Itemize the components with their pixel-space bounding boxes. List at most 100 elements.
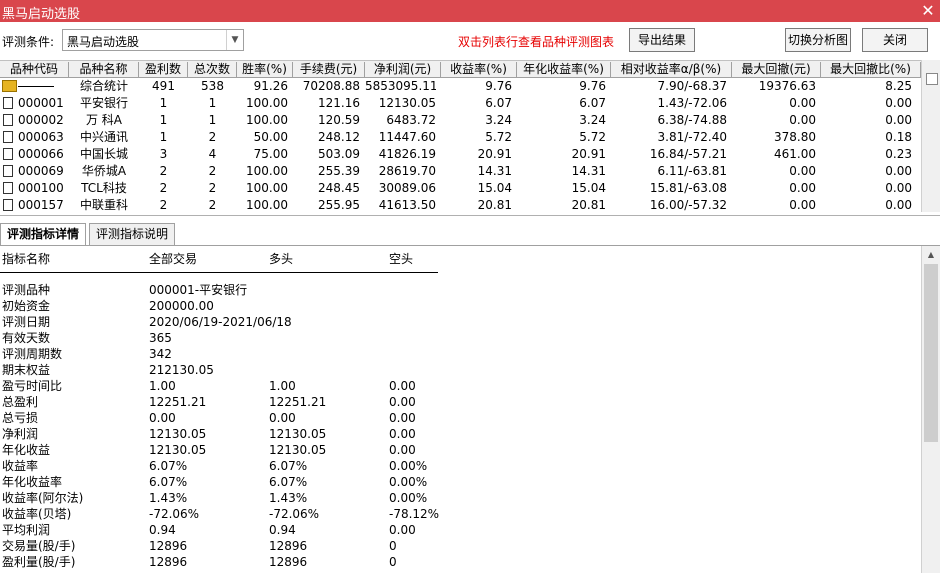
col-relative-return[interactable]: 相对收益率α/β(%) — [611, 62, 732, 77]
condition-select-value: 黑马启动选股 — [67, 35, 140, 49]
tab-bar: 评测指标详情 评测指标说明 — [0, 215, 940, 246]
cell-name: 中联重科 — [79, 198, 128, 212]
export-button[interactable]: 导出结果 — [629, 28, 695, 52]
table-row[interactable]: 000063 中兴通讯 1 2 50.00 248.12 11447.60 5.72 5.72 3… — [0, 129, 921, 146]
tab-detail[interactable]: 评测指标详情 — [0, 223, 87, 245]
table-row[interactable]: 000157 中联重科 2 2 100.00 255.95 41613.50 20.81 20.… — [0, 197, 921, 214]
detail-long: 6.07% — [269, 459, 308, 473]
condition-select[interactable]: 黑马启动选股 ▼ — [62, 29, 244, 51]
detail-long: 0.00 — [269, 411, 296, 425]
close-button[interactable]: 关闭 — [862, 28, 928, 52]
cell-name: 中国长城 — [79, 147, 128, 161]
detail-scrollbar[interactable]: ▲ — [921, 246, 940, 573]
scroll-up-icon[interactable]: ▲ — [922, 246, 940, 263]
cell-netprofit: 41826.19 — [378, 147, 436, 161]
table-row[interactable]: 000001 平安银行 1 1 100.00 121.16 12130.05 6.07 6.07… — [0, 95, 921, 112]
cell-name: 华侨城A — [81, 164, 127, 178]
cell-total: 2 — [208, 164, 217, 178]
table-row[interactable]: 000002 万 科A 1 1 100.00 120.59 6483.72 3.24 3.24 6… — [0, 112, 921, 129]
detail-short: 0.00% — [389, 491, 428, 505]
cell-winrate: 75.00 — [253, 147, 288, 161]
cell-annual-return: 20.81 — [571, 198, 606, 212]
detail-short: 0.00 — [389, 443, 416, 457]
cell-name: 中兴通讯 — [79, 130, 128, 144]
col-total[interactable]: 总次数 — [188, 62, 237, 77]
cell-fee: 248.12 — [318, 130, 360, 144]
table-row[interactable]: 000100 TCL科技 2 2 100.00 248.45 30089.06 15.04 15… — [0, 180, 921, 197]
detail-all: 12896 — [149, 539, 188, 553]
detail-all: 365 — [149, 331, 172, 345]
col-netprofit[interactable]: 净利润(元) — [365, 62, 441, 77]
cell-wins: 1 — [159, 96, 168, 110]
cell-winrate: 100.00 — [246, 96, 288, 110]
table-row[interactable]: 000066 中国长城 3 4 75.00 503.09 41826.19 20.91 20.9… — [0, 146, 921, 163]
cell-max-drawdown: 0.00 — [789, 181, 816, 195]
cell-max-drawdown-ratio: 0.00 — [885, 113, 912, 127]
cell-relative-return: 16.00/-57.32 — [649, 198, 727, 212]
cell-total: 2 — [208, 181, 217, 195]
cell-fee: 255.95 — [318, 198, 360, 212]
col-winrate[interactable]: 胜率(%) — [237, 62, 293, 77]
document-icon — [3, 148, 13, 160]
table-scrollbar[interactable] — [921, 60, 940, 212]
cell-max-drawdown: 378.80 — [774, 130, 816, 144]
detail-header-all: 全部交易 — [149, 252, 198, 266]
detail-label: 平均利润 — [2, 523, 51, 537]
col-annual-return[interactable]: 年化收益率(%) — [517, 62, 611, 77]
scroll-checkbox[interactable] — [926, 73, 938, 85]
cell-name: TCL科技 — [81, 181, 127, 195]
cell-max-drawdown-ratio: 0.00 — [885, 198, 912, 212]
detail-panel: 指标名称 全部交易 多头 空头 评测品种 000001-平安银行 初始资金 20000… — [0, 246, 921, 573]
list-item: 净利润 12130.05 12130.05 0.00 — [0, 426, 921, 442]
table-row[interactable]: 000069 华侨城A 2 2 100.00 255.39 28619.70 14.31 14.… — [0, 163, 921, 180]
cell-wins: 491 — [152, 79, 175, 93]
tab-explanation[interactable]: 评测指标说明 — [89, 223, 176, 245]
cell-relative-return: 1.43/-72.06 — [657, 96, 727, 110]
col-name[interactable]: 品种名称 — [69, 62, 139, 77]
col-fee[interactable]: 手续费(元) — [293, 62, 365, 77]
detail-long: 1.00 — [269, 379, 296, 393]
col-max-drawdown[interactable]: 最大回撤(元) — [732, 62, 821, 77]
col-wins[interactable]: 盈利数 — [139, 62, 188, 77]
cell-return: 20.81 — [477, 198, 512, 212]
cell-total: 538 — [201, 79, 224, 93]
cell-relative-return: 6.11/-63.81 — [657, 164, 727, 178]
cell-fee: 120.59 — [318, 113, 360, 127]
list-item: 评测周期数 342 — [0, 346, 921, 362]
scroll-thumb[interactable] — [924, 264, 938, 442]
detail-long: 12130.05 — [269, 443, 327, 457]
cell-fee: 121.16 — [318, 96, 360, 110]
document-icon — [3, 182, 13, 194]
cell-name: 平安银行 — [79, 96, 128, 110]
cell-total: 1 — [208, 96, 217, 110]
detail-header-name: 指标名称 — [2, 252, 51, 266]
switch-chart-button[interactable]: 切换分析图 — [785, 28, 851, 52]
cell-annual-return: 14.31 — [571, 164, 606, 178]
cell-annual-return: 15.04 — [571, 181, 606, 195]
cell-netprofit: 12130.05 — [378, 96, 436, 110]
detail-label: 期末权益 — [2, 363, 51, 377]
cell-return: 20.91 — [477, 147, 512, 161]
detail-all: 212130.05 — [149, 363, 214, 377]
cell-total: 1 — [208, 113, 217, 127]
detail-label: 收益率(贝塔) — [2, 507, 72, 521]
cell-code: 000002 — [18, 113, 64, 127]
detail-all: 200000.00 — [149, 299, 214, 313]
detail-short: 0.00% — [389, 459, 428, 473]
cell-max-drawdown: 0.00 — [789, 198, 816, 212]
cell-wins: 1 — [159, 130, 168, 144]
condition-label: 评测条件: — [2, 35, 55, 49]
detail-long: 0.94 — [269, 523, 296, 537]
detail-long: 12896 — [269, 539, 308, 553]
cell-return: 5.72 — [485, 130, 512, 144]
close-icon[interactable]: ✕ — [916, 0, 940, 22]
chevron-down-icon[interactable]: ▼ — [226, 30, 243, 50]
detail-label: 盈利量(股/手) — [2, 555, 76, 569]
col-return[interactable]: 收益率(%) — [441, 62, 517, 77]
cell-return: 15.04 — [477, 181, 512, 195]
col-code[interactable]: 品种代码 — [0, 62, 69, 77]
cell-netprofit: 11447.60 — [378, 130, 436, 144]
summary-row[interactable]: 综合统计 491 538 91.26 70208.88 5853095.11 9… — [0, 78, 921, 95]
col-max-drawdown-ratio[interactable]: 最大回撤比(%) — [821, 62, 921, 77]
hint-text: 双击列表行查看品种评测图表 — [458, 35, 615, 49]
